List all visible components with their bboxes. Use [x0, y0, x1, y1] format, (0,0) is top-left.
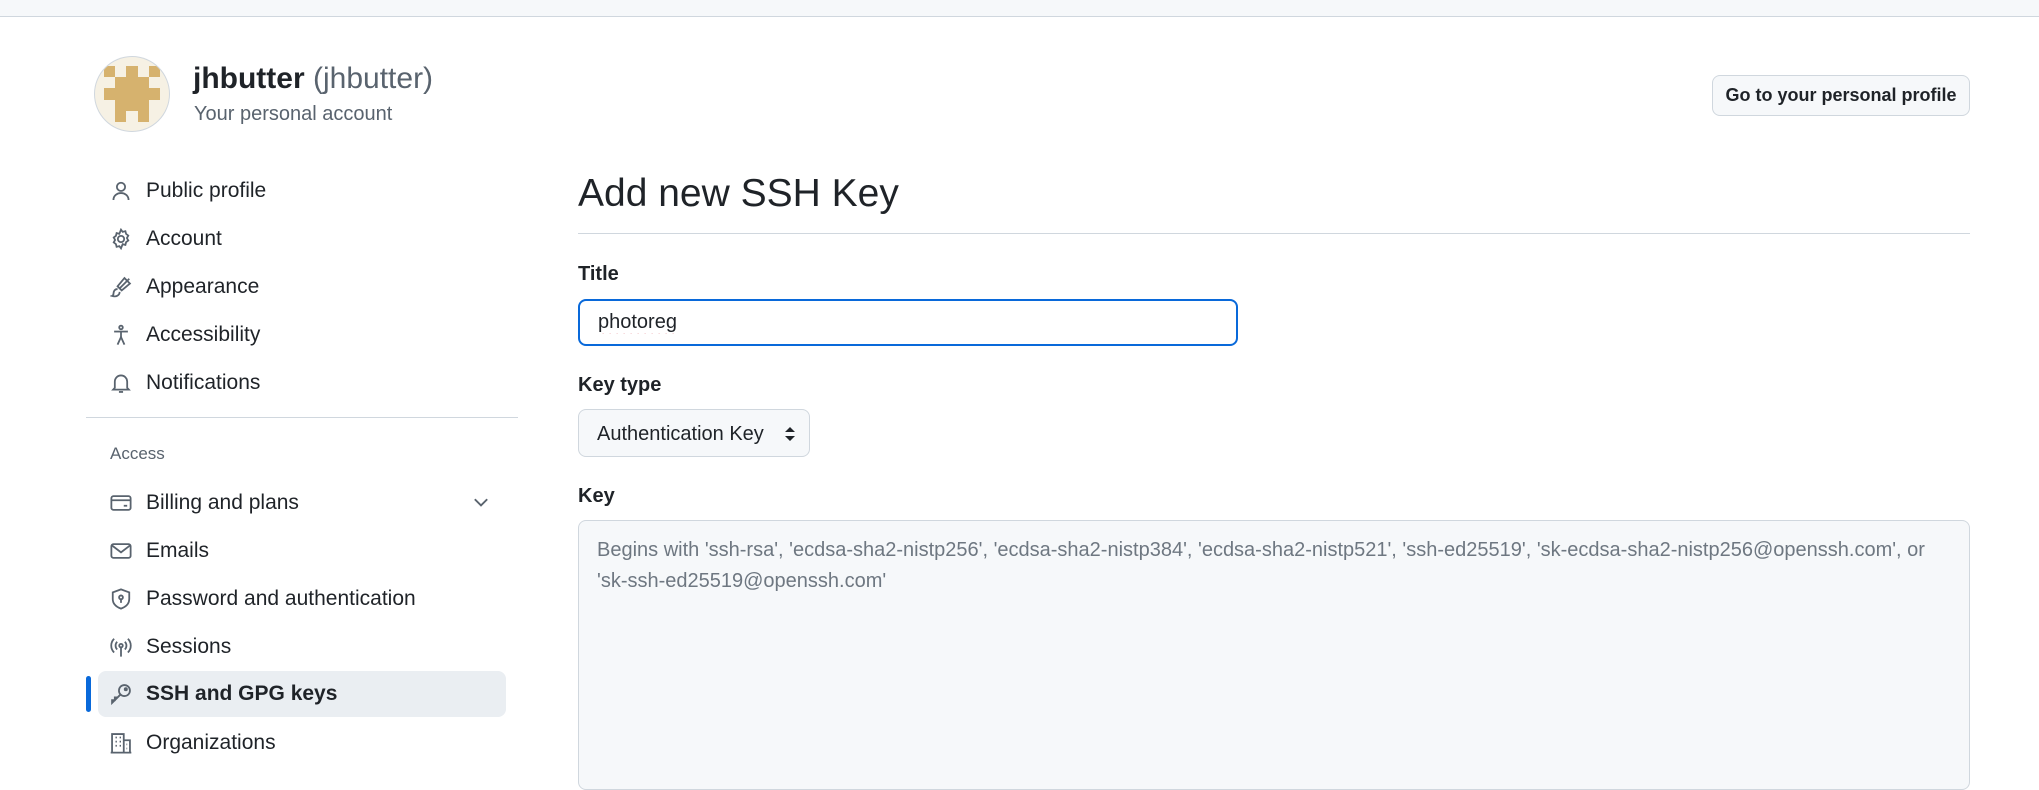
sidebar-item-label: Accessibility [146, 323, 261, 346]
sidebar-item-accessibility[interactable]: Accessibility [98, 312, 506, 358]
sidebar-item-organizations[interactable]: Organizations [98, 720, 506, 766]
page-title: Add new SSH Key [578, 172, 899, 215]
sidebar-divider [86, 417, 518, 418]
title-input[interactable] [578, 299, 1238, 346]
active-indicator [86, 676, 91, 712]
sidebar-item-label: Appearance [146, 275, 260, 298]
sidebar-item-label: Billing and plans [146, 491, 299, 514]
sidebar-item-ssh-gpg-keys[interactable]: SSH and GPG keys [98, 671, 506, 717]
key-type-label: Key type [578, 374, 662, 396]
accessibility-icon [114, 324, 128, 345]
key-type-selected-value: Authentication Key [597, 423, 764, 445]
sidebar-item-account[interactable]: Account [98, 216, 506, 262]
key-icon [111, 684, 131, 705]
account-handle: (jhbutter) [313, 62, 434, 95]
sidebar-heading-access: Access [110, 444, 165, 463]
sidebar-item-emails[interactable]: Emails [98, 528, 506, 574]
username[interactable]: jhbutter [193, 62, 305, 95]
title-divider [578, 233, 1970, 234]
sidebar-item-password-authentication[interactable]: Password and authentication [98, 576, 506, 622]
account-name: jhbutter (jhbutter) [193, 62, 433, 96]
browser-top-bar [0, 0, 2039, 17]
sidebar-item-label: SSH and GPG keys [146, 682, 338, 705]
identicon-image [104, 66, 160, 122]
select-arrows-icon [785, 427, 795, 441]
sidebar-item-billing[interactable]: Billing and plans [98, 480, 506, 526]
broadcast-icon [110, 638, 132, 657]
person-icon [112, 181, 130, 201]
title-field-label: Title [578, 263, 619, 285]
sidebar-item-label: Organizations [146, 731, 276, 754]
key-type-select[interactable]: Authentication Key [578, 409, 810, 457]
chevron-down-icon[interactable] [470, 491, 492, 513]
go-to-profile-button[interactable]: Go to your personal profile [1712, 75, 1970, 116]
sidebar-item-label: Notifications [146, 371, 261, 394]
sidebar-item-label: Emails [146, 539, 210, 562]
avatar[interactable] [95, 57, 169, 131]
sidebar-item-label: Account [146, 227, 222, 250]
key-textarea[interactable] [578, 520, 1970, 790]
bell-icon [111, 374, 131, 393]
account-subtitle: Your personal account [194, 103, 393, 125]
sidebar-item-label: Password and authentication [146, 587, 416, 610]
key-field-label: Key [578, 485, 615, 507]
shield-icon [111, 588, 131, 610]
sidebar-item-notifications[interactable]: Notifications [98, 360, 506, 406]
credit-card-icon [110, 495, 132, 511]
paintbrush-icon [110, 276, 132, 298]
organization-icon [110, 733, 132, 754]
sidebar-item-label: Public profile [146, 179, 267, 202]
gear-icon [112, 228, 130, 250]
mail-icon [110, 543, 132, 559]
sidebar-item-appearance[interactable]: Appearance [98, 264, 506, 310]
sidebar-item-public-profile[interactable]: Public profile [98, 168, 506, 214]
sidebar-item-label: Sessions [146, 635, 232, 658]
sidebar-item-sessions[interactable]: Sessions [98, 624, 506, 670]
